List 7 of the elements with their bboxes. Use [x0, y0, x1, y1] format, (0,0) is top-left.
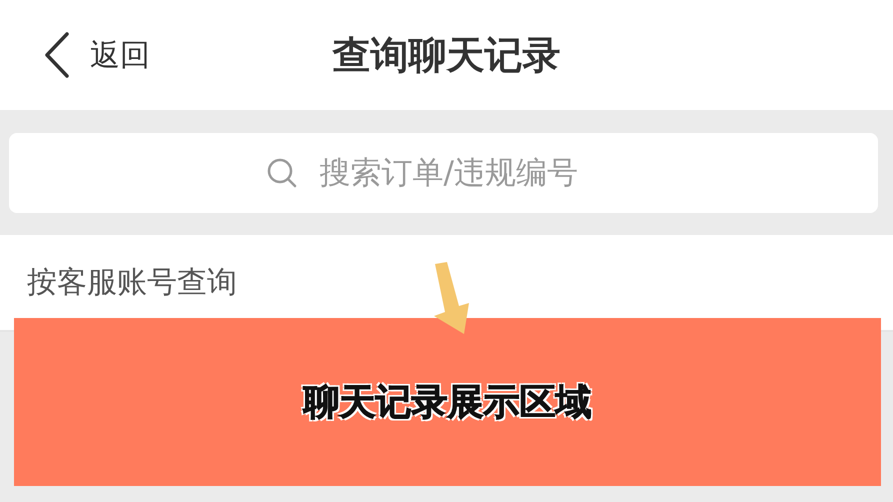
back-button[interactable]: 返回: [44, 32, 150, 78]
page-title: 查询聊天记录: [332, 32, 560, 78]
back-icon: [44, 32, 70, 78]
area-caption: 聊天记录展示区域: [304, 380, 592, 424]
search-icon: [266, 156, 298, 188]
query-by-account-label[interactable]: 按客服账号查询: [27, 262, 237, 303]
search-field[interactable]: 搜索订单/违规编号: [318, 154, 622, 192]
